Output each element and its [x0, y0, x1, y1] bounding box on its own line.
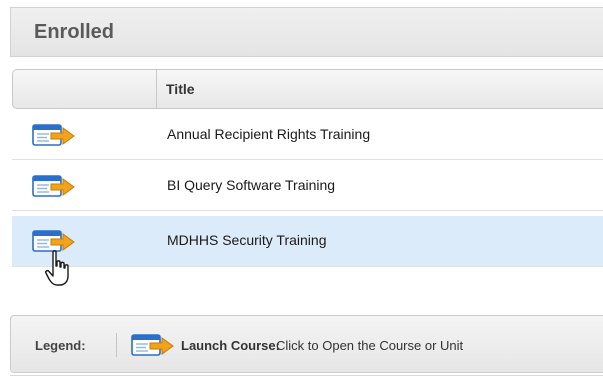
- launch-course-icon[interactable]: [32, 229, 76, 253]
- course-row-selected[interactable]: MDHHS Security Training: [12, 216, 603, 267]
- legend-label: Legend:: [35, 338, 86, 353]
- legend-bar: Legend: Launch Course: Click to Open the…: [10, 315, 603, 373]
- course-row[interactable]: BI Query Software Training: [12, 161, 603, 211]
- panel-title: Enrolled: [34, 21, 115, 43]
- course-row[interactable]: Annual Recipient Rights Training: [12, 110, 603, 160]
- launch-course-icon[interactable]: [32, 174, 76, 198]
- enrolled-courses-page: Enrolled Title Annual Recipient Rights T…: [0, 0, 603, 381]
- legend-separator: [116, 333, 117, 357]
- course-title: MDHHS Security Training: [167, 232, 327, 248]
- launch-course-icon: [131, 334, 174, 356]
- course-title: BI Query Software Training: [167, 177, 336, 193]
- launch-course-icon[interactable]: [32, 123, 76, 147]
- panel-header: Enrolled: [10, 7, 603, 57]
- bottom-divider: [10, 375, 603, 376]
- course-title: Annual Recipient Rights Training: [167, 126, 371, 142]
- column-separator: [156, 70, 157, 108]
- legend-item-description: Click to Open the Course or Unit: [276, 338, 464, 353]
- title-column-header[interactable]: Title: [166, 81, 195, 97]
- legend-item-name: Launch Course:: [181, 338, 280, 353]
- grid-header: Title: [12, 69, 603, 109]
